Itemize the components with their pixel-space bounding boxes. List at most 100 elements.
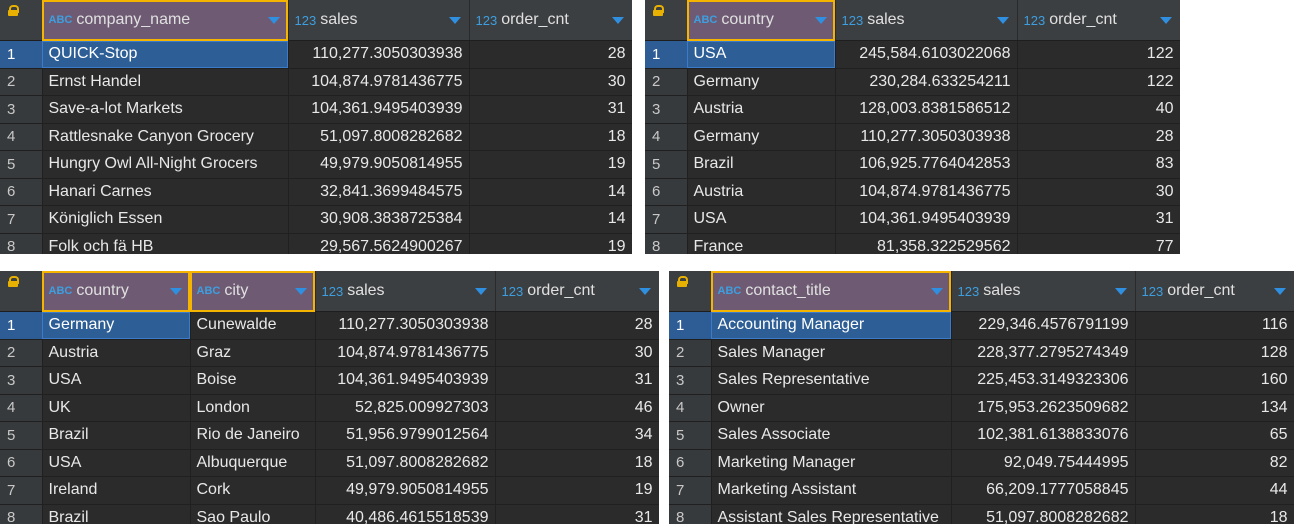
table-cell[interactable]: 32,841.3699484575 — [288, 178, 470, 206]
sort-arrow-icon[interactable] — [267, 16, 280, 24]
table-cell[interactable]: Austria — [687, 95, 836, 124]
row-number[interactable]: 2 — [645, 68, 688, 96]
table-row[interactable]: 1 Accounting Manager 229,346.4576791199 116 — [669, 311, 1294, 340]
row-number[interactable]: 4 — [0, 394, 43, 422]
table-cell[interactable]: London — [190, 394, 316, 422]
table-cell[interactable]: 104,874.9781436775 — [315, 339, 496, 367]
table-cell[interactable]: 51,097.8008282682 — [951, 504, 1136, 524]
table-cell[interactable]: Graz — [190, 339, 316, 367]
table-cell[interactable]: Ernst Handel — [42, 68, 289, 96]
table-cell[interactable]: Austria — [687, 178, 836, 206]
sort-arrow-icon[interactable] — [1159, 16, 1172, 24]
sort-arrow-icon[interactable] — [294, 287, 307, 295]
table-row[interactable]: 5 Brazil Rio de Janeiro 51,956.9799012564 34 — [0, 421, 659, 450]
table-row[interactable]: 7 USA 104,361.9495403939 31 — [645, 205, 1180, 234]
table-row[interactable]: 1 QUICK-Stop 110,277.3050303938 28 — [0, 40, 632, 69]
table-cell[interactable]: Germany — [42, 311, 191, 340]
sort-arrow-icon[interactable] — [1114, 287, 1127, 295]
table-cell[interactable]: 46 — [495, 394, 659, 422]
table-row[interactable]: 7 Marketing Assistant 66,209.1777058845 44 — [669, 476, 1294, 505]
table-cell[interactable]: 49,979.9050814955 — [288, 150, 470, 179]
row-number[interactable]: 5 — [669, 421, 712, 450]
row-number[interactable]: 4 — [645, 123, 688, 151]
sort-arrow-icon[interactable] — [1273, 287, 1286, 295]
table-cell[interactable]: 77 — [1017, 233, 1180, 254]
table-row[interactable]: 1 Germany Cunewalde 110,277.3050303938 28 — [0, 311, 659, 340]
table-cell[interactable]: Germany — [687, 123, 836, 151]
sort-arrow-icon[interactable] — [930, 287, 943, 295]
table-row[interactable]: 6 USA Albuquerque 51,097.8008282682 18 — [0, 449, 659, 477]
row-number[interactable]: 8 — [669, 504, 712, 524]
table-cell[interactable]: 104,874.9781436775 — [835, 178, 1018, 206]
column-header-order-cnt[interactable]: 123 order_cnt — [495, 271, 659, 312]
table-cell[interactable]: 40 — [1017, 95, 1180, 124]
table-row[interactable]: 2 Austria Graz 104,874.9781436775 30 — [0, 339, 659, 367]
column-header-company-name[interactable]: ABC company_name — [42, 0, 289, 41]
table-cell[interactable]: UK — [42, 394, 191, 422]
table-cell[interactable]: 30 — [469, 68, 632, 96]
table-cell[interactable]: 104,361.9495403939 — [835, 205, 1018, 234]
row-number[interactable]: 5 — [0, 421, 43, 450]
table-row[interactable]: 1 USA 245,584.6103022068 122 — [645, 40, 1180, 69]
row-number[interactable]: 1 — [0, 40, 43, 69]
table-row[interactable]: 8 Brazil Sao Paulo 40,486.4615518539 31 — [0, 504, 659, 524]
table-cell[interactable]: 106,925.7764042853 — [835, 150, 1018, 179]
table-cell[interactable]: 30 — [1017, 178, 1180, 206]
row-number[interactable]: 3 — [0, 95, 43, 124]
table-cell[interactable]: 104,361.9495403939 — [315, 366, 496, 395]
table-cell[interactable]: 175,953.2623509682 — [951, 394, 1136, 422]
table-cell[interactable]: 19 — [469, 233, 632, 254]
column-header-sales[interactable]: 123 sales — [835, 0, 1018, 41]
table-cell[interactable]: USA — [687, 40, 836, 69]
table-cell[interactable]: Cork — [190, 476, 316, 505]
row-number[interactable]: 1 — [669, 311, 712, 340]
column-header-contact-title[interactable]: ABC contact_title — [711, 271, 952, 312]
column-header-country[interactable]: ABC country — [687, 0, 836, 41]
table-row[interactable]: 5 Sales Associate 102,381.6138833076 65 — [669, 421, 1294, 450]
row-number[interactable]: 6 — [0, 178, 43, 206]
column-header-country[interactable]: ABC country — [42, 271, 191, 312]
table-cell[interactable]: 228,377.2795274349 — [951, 339, 1136, 367]
table-cell[interactable]: USA — [687, 205, 836, 234]
column-header-sales[interactable]: 123 sales — [288, 0, 470, 41]
table-cell[interactable]: 28 — [495, 311, 659, 340]
table-row[interactable]: 3 USA Boise 104,361.9495403939 31 — [0, 366, 659, 395]
table-row[interactable]: 8 France 81,358.322529562 77 — [645, 233, 1180, 254]
row-number[interactable]: 1 — [0, 311, 43, 340]
table-cell[interactable]: Hanari Carnes — [42, 178, 289, 206]
table-cell[interactable]: 52,825.009927303 — [315, 394, 496, 422]
table-cell[interactable]: 66,209.1777058845 — [951, 476, 1136, 505]
table-cell[interactable]: 128 — [1135, 339, 1294, 367]
table-cell[interactable]: 31 — [469, 95, 632, 124]
table-cell[interactable]: 31 — [1017, 205, 1180, 234]
table-cell[interactable]: Sao Paulo — [190, 504, 316, 524]
column-header-order-cnt[interactable]: 123 order_cnt — [1017, 0, 1180, 41]
table-cell[interactable]: 245,584.6103022068 — [835, 40, 1018, 69]
table-cell[interactable]: 19 — [469, 150, 632, 179]
row-number[interactable]: 3 — [0, 366, 43, 395]
table-cell[interactable]: 134 — [1135, 394, 1294, 422]
row-number[interactable]: 7 — [669, 476, 712, 505]
table-cell[interactable]: Sales Manager — [711, 339, 952, 367]
table-row[interactable]: 7 Königlich Essen 30,908.3838725384 14 — [0, 205, 632, 234]
row-number[interactable]: 6 — [0, 449, 43, 477]
table-cell[interactable]: USA — [42, 449, 191, 477]
table-cell[interactable]: Cunewalde — [190, 311, 316, 340]
table-cell[interactable]: 110,277.3050303938 — [315, 311, 496, 340]
table-cell[interactable]: Sales Associate — [711, 421, 952, 450]
sort-arrow-icon[interactable] — [996, 16, 1009, 24]
table-cell[interactable]: 28 — [469, 40, 632, 69]
table-cell[interactable]: 34 — [495, 421, 659, 450]
row-number[interactable]: 8 — [0, 504, 43, 524]
column-header-sales[interactable]: 123 sales — [315, 271, 496, 312]
table-cell[interactable]: Marketing Assistant — [711, 476, 952, 505]
table-cell[interactable]: 31 — [495, 366, 659, 395]
column-header-order-cnt[interactable]: 123 order_cnt — [469, 0, 632, 41]
sort-arrow-icon[interactable] — [169, 287, 182, 295]
table-cell[interactable]: 128,003.8381586512 — [835, 95, 1018, 124]
table-cell[interactable]: 31 — [495, 504, 659, 524]
table-row[interactable]: 2 Ernst Handel 104,874.9781436775 30 — [0, 68, 632, 96]
table-row[interactable]: 6 Hanari Carnes 32,841.3699484575 14 — [0, 178, 632, 206]
row-number[interactable]: 2 — [669, 339, 712, 367]
sort-arrow-icon[interactable] — [638, 287, 651, 295]
